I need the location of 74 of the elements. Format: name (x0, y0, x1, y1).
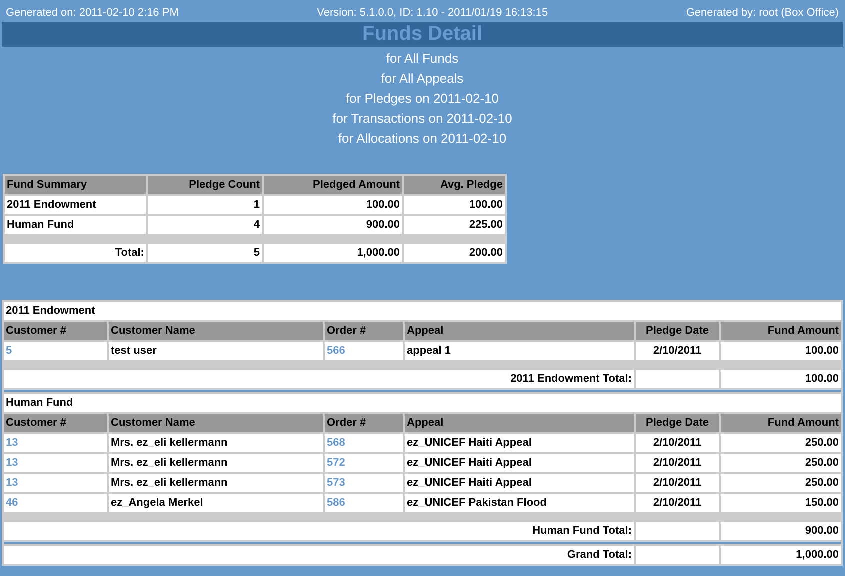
total-value: 1,000.00 (721, 546, 841, 564)
table-cell: ez_UNICEF Haiti Appeal (405, 454, 634, 472)
column-header: Order # (325, 414, 403, 432)
column-header: Pledged Amount (264, 176, 402, 194)
table-link[interactable]: 566 (325, 342, 403, 360)
total-label: Human Fund Total: (4, 522, 634, 540)
table-cell: 4 (148, 216, 262, 234)
table-link[interactable]: 573 (325, 474, 403, 492)
group-title: Human Fund (4, 394, 841, 412)
total-label: 2011 Endowment Total: (4, 370, 634, 388)
table-cell: 2/10/2011 (636, 342, 719, 360)
generated-date: Generated on: 2011-02-10 2:16 PM (6, 6, 179, 21)
table-cell: Mrs. ez_eli kellermann (109, 474, 323, 492)
generated-by: Generated by: root (Box Office) (686, 6, 839, 21)
column-header: Fund Summary (5, 176, 146, 194)
table-cell: appeal 1 (405, 342, 634, 360)
table-link[interactable]: 46 (4, 494, 107, 512)
total-label: Total: (5, 244, 146, 262)
table-cell: ez_UNICEF Haiti Appeal (405, 434, 634, 452)
table-link[interactable]: 5 (4, 342, 107, 360)
column-header: Appeal (405, 414, 634, 432)
table-cell: ez_UNICEF Haiti Appeal (405, 474, 634, 492)
table-link[interactable]: 13 (4, 474, 107, 492)
table-cell: 2/10/2011 (636, 454, 719, 472)
table-cell: ez_Angela Merkel (109, 494, 323, 512)
table-cell: 250.00 (721, 434, 841, 452)
total-value: 100.00 (721, 370, 841, 388)
total-value: 1,000.00 (264, 244, 402, 262)
table-cell: 100.00 (721, 342, 841, 360)
table-cell: 100.00 (404, 196, 505, 214)
column-header: Customer Name (109, 414, 323, 432)
column-header: Customer # (4, 322, 107, 340)
filter-line: for All Appeals (381, 70, 464, 88)
table-cell: 225.00 (404, 216, 505, 234)
column-header: Appeal (405, 322, 634, 340)
table-cell: 900.00 (264, 216, 402, 234)
table-cell: 1 (148, 196, 262, 214)
table-cell: ez_UNICEF Pakistan Flood (405, 494, 634, 512)
column-header: Avg. Pledge (404, 176, 505, 194)
table-cell: Mrs. ez_eli kellermann (109, 434, 323, 452)
table-cell: 250.00 (721, 454, 841, 472)
group-title: 2011 Endowment (4, 302, 841, 320)
total-value: 200.00 (404, 244, 505, 262)
filter-line: for Transactions on 2011-02-10 (332, 110, 512, 128)
table-link[interactable]: 572 (325, 454, 403, 472)
table-cell: Human Fund (5, 216, 146, 234)
table-cell: 2011 Endowment (5, 196, 146, 214)
table-link[interactable]: 13 (4, 434, 107, 452)
table-link[interactable]: 568 (325, 434, 403, 452)
filter-line: for All Funds (386, 50, 459, 68)
table-cell: 2/10/2011 (636, 434, 719, 452)
table-cell: 150.00 (721, 494, 841, 512)
column-header: Fund Amount (721, 322, 841, 340)
table-cell: 2/10/2011 (636, 474, 719, 492)
column-header: Fund Amount (721, 414, 841, 432)
filter-line: for Allocations on 2011-02-10 (338, 130, 507, 148)
column-header: Pledge Date (636, 322, 719, 340)
column-header: Customer # (4, 414, 107, 432)
table-cell: 250.00 (721, 474, 841, 492)
table-link[interactable]: 13 (4, 454, 107, 472)
table-cell: Mrs. ez_eli kellermann (109, 454, 323, 472)
total-label: Grand Total: (4, 546, 634, 564)
filter-line: for Pledges on 2011-02-10 (346, 90, 499, 108)
version-info: Version: 5.1.0.0, ID: 1.10 - 2011/01/19 16:13:15 (317, 6, 548, 21)
column-header: Pledge Date (636, 414, 719, 432)
total-value: 5 (148, 244, 262, 262)
table-cell: test user (109, 342, 323, 360)
table-cell: 100.00 (264, 196, 402, 214)
total-value: 900.00 (721, 522, 841, 540)
table-link[interactable]: 586 (325, 494, 403, 512)
column-header: Pledge Count (148, 176, 262, 194)
column-header: Order # (325, 322, 403, 340)
column-header: Customer Name (109, 322, 323, 340)
table-cell: 2/10/2011 (636, 494, 719, 512)
